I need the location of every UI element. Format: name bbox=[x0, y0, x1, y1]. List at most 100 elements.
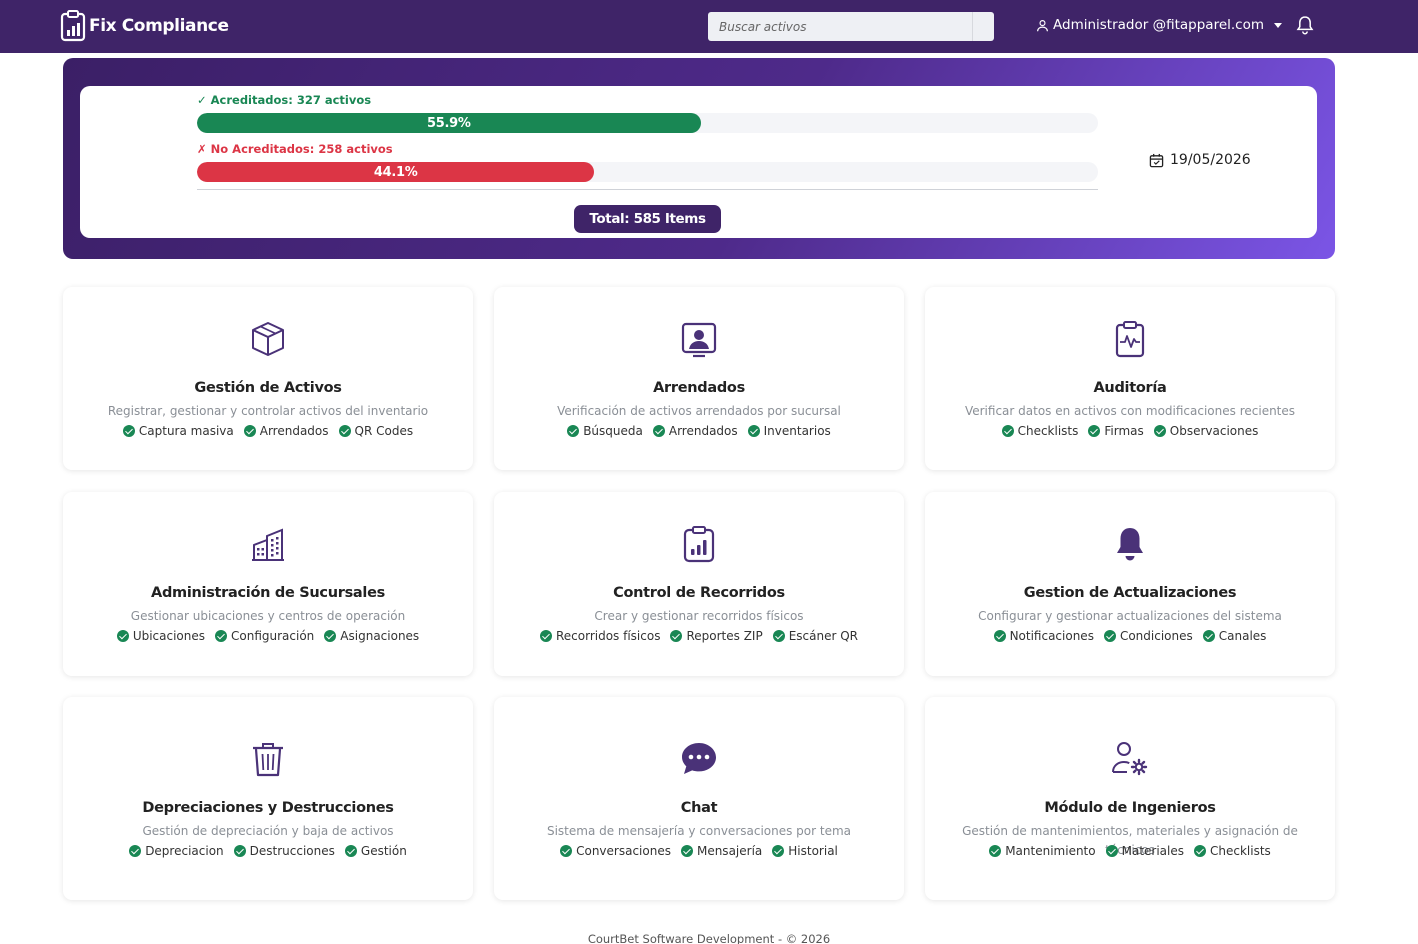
accredited-progress-fill: 55.9% bbox=[197, 113, 701, 133]
date-display: 19/05/2026 bbox=[1149, 152, 1251, 168]
check-circle-icon bbox=[539, 630, 552, 642]
check-circle-icon bbox=[243, 425, 256, 437]
module-card[interactable]: Gestión de Activos Registrar, gestionar y… bbox=[63, 287, 473, 470]
feature-tag-label: Notificaciones bbox=[1009, 629, 1094, 643]
feature-tag: Inventarios bbox=[747, 424, 831, 438]
feature-tag: Notificaciones bbox=[993, 629, 1094, 643]
feature-tag-label: Canales bbox=[1218, 629, 1267, 643]
feature-tag: Condiciones bbox=[1103, 629, 1193, 643]
module-description: Verificación de activos arrendados por s… bbox=[557, 404, 841, 418]
module-title: Arrendados bbox=[653, 380, 745, 396]
check-circle-icon bbox=[747, 425, 760, 437]
feature-tag-label: Condiciones bbox=[1119, 629, 1193, 643]
module-description: Verificar datos en activos con modificac… bbox=[964, 404, 1296, 418]
user-menu-toggle[interactable]: Administrador @fitapparel.com bbox=[1036, 17, 1283, 33]
check-circle-icon bbox=[1105, 845, 1118, 857]
feature-tag-label: Gestión bbox=[360, 844, 407, 858]
module-card[interactable]: Auditoría Verificar datos en activos con … bbox=[925, 287, 1335, 470]
feature-tag: Checklists bbox=[1194, 844, 1271, 858]
feature-tag: Destrucciones bbox=[233, 844, 335, 858]
feature-tag: Ubicaciones bbox=[116, 629, 205, 643]
check-circle-icon bbox=[344, 845, 357, 857]
brand-name: Fix Compliance bbox=[89, 16, 229, 36]
feature-tag-label: Depreciacion bbox=[145, 844, 224, 858]
module-feature-list: Checklists Firmas Observaciones bbox=[925, 424, 1335, 438]
feature-tag-label: Materiales bbox=[1121, 844, 1184, 858]
module-description: Sistema de mensajería y conversaciones p… bbox=[546, 824, 852, 838]
feature-tag: Materiales bbox=[1105, 844, 1184, 858]
check-circle-icon bbox=[338, 425, 351, 437]
module-card[interactable]: Chat Sistema de mensajería y conversacion… bbox=[494, 697, 904, 900]
check-circle-icon bbox=[1194, 845, 1206, 857]
total-badge: Total: 585 Items bbox=[574, 205, 721, 233]
feature-tag-label: Conversaciones bbox=[576, 844, 671, 858]
feature-tag-label: QR Codes bbox=[354, 424, 414, 438]
trash-icon bbox=[63, 740, 473, 778]
feature-tag-label: Escáner QR bbox=[788, 629, 859, 643]
module-title: Chat bbox=[680, 800, 718, 816]
module-feature-list: Conversaciones Mensajería Historial bbox=[494, 844, 904, 858]
module-card[interactable]: Control de Recorridos Crear y gestionar r… bbox=[494, 492, 904, 676]
check-circle-icon bbox=[1103, 630, 1116, 642]
feature-tag-label: Observaciones bbox=[1169, 424, 1259, 438]
module-feature-list: Recorridos físicos Reportes ZIP Escáner QR bbox=[494, 629, 904, 643]
check-circle-icon bbox=[670, 630, 683, 642]
check-circle-icon bbox=[215, 630, 228, 642]
feature-tag: Búsqueda bbox=[567, 424, 643, 438]
calendar-icon bbox=[1149, 153, 1164, 167]
user-name: Administrador @fitapparel.com bbox=[1053, 17, 1265, 33]
top-navbar: Fix Compliance Administrador @fitapparel… bbox=[0, 0, 1418, 53]
bell-fill-icon bbox=[925, 525, 1335, 563]
module-card[interactable]: Depreciaciones y Destrucciones Gestión de… bbox=[63, 697, 473, 900]
module-feature-list: Mantenimiento Materiales Checklists bbox=[925, 844, 1335, 858]
feature-tag-label: Checklists bbox=[1017, 424, 1079, 438]
clipboard-pulse-icon bbox=[925, 320, 1335, 358]
check-circle-icon bbox=[993, 630, 1006, 642]
feature-tag: Observaciones bbox=[1153, 424, 1259, 438]
person-badge-icon bbox=[494, 320, 904, 358]
feature-tag-label: Búsqueda bbox=[583, 424, 643, 438]
check-circle-icon bbox=[233, 845, 246, 857]
module-card[interactable]: Administración de Sucursales Gestionar ub… bbox=[63, 492, 473, 676]
feature-tag: Escáner QR bbox=[772, 629, 859, 643]
person-icon bbox=[1037, 19, 1048, 31]
feature-tag: Reportes ZIP bbox=[670, 629, 763, 643]
feature-tag: Depreciacion bbox=[129, 844, 224, 858]
module-title: Administración de Sucursales bbox=[151, 585, 385, 601]
feature-tag-label: Configuración bbox=[231, 629, 315, 643]
check-circle-icon bbox=[129, 845, 142, 857]
footer: CourtBet Software Development - © 2026 bbox=[587, 932, 831, 944]
feature-tag: Captura masiva bbox=[122, 424, 234, 438]
check-circle-icon bbox=[772, 845, 785, 857]
stats-card: ✓ Acreditados: 327 activos 55.9% ✗ No Ac… bbox=[80, 86, 1317, 238]
brand-link[interactable]: Fix Compliance bbox=[60, 10, 229, 42]
check-circle-icon bbox=[122, 425, 135, 437]
date-text: 19/05/2026 bbox=[1170, 152, 1251, 168]
feature-tag-label: Asignaciones bbox=[340, 629, 420, 643]
feature-tag: QR Codes bbox=[338, 424, 414, 438]
module-card[interactable]: Arrendados Verificación de activos arrend… bbox=[494, 287, 904, 470]
module-feature-list: Ubicaciones Configuración Asignaciones bbox=[63, 629, 473, 643]
module-title: Depreciaciones y Destrucciones bbox=[142, 800, 394, 816]
check-circle-icon bbox=[652, 425, 665, 437]
module-feature-list: Notificaciones Condiciones Canales bbox=[925, 629, 1335, 643]
feature-tag-label: Recorridos físicos bbox=[555, 629, 661, 643]
feature-tag-label: Arrendados bbox=[668, 424, 738, 438]
not-accredited-label: ✗ No Acreditados: 258 activos bbox=[197, 142, 393, 156]
not-accredited-progress-fill: 44.1% bbox=[197, 162, 595, 182]
feature-tag-label: Destrucciones bbox=[249, 844, 335, 858]
box-icon bbox=[63, 320, 473, 358]
feature-tag-label: Firmas bbox=[1104, 424, 1144, 438]
module-card[interactable]: Gestion de Actualizaciones Configurar y g… bbox=[925, 492, 1335, 676]
buildings-icon bbox=[63, 525, 473, 563]
module-card[interactable]: Módulo de Ingenieros Gestión de mantenimi… bbox=[925, 697, 1335, 900]
module-description: Crear y gestionar recorridos físicos bbox=[594, 609, 804, 623]
notifications-button[interactable] bbox=[1296, 15, 1314, 39]
search-button[interactable] bbox=[972, 12, 994, 41]
chevron-down-icon bbox=[1274, 22, 1283, 28]
search-input[interactable] bbox=[708, 12, 972, 41]
feature-tag: Mantenimiento bbox=[989, 844, 1096, 858]
feature-tag: Conversaciones bbox=[560, 844, 671, 858]
check-circle-icon bbox=[560, 845, 573, 857]
module-title: Gestión de Activos bbox=[194, 380, 342, 396]
